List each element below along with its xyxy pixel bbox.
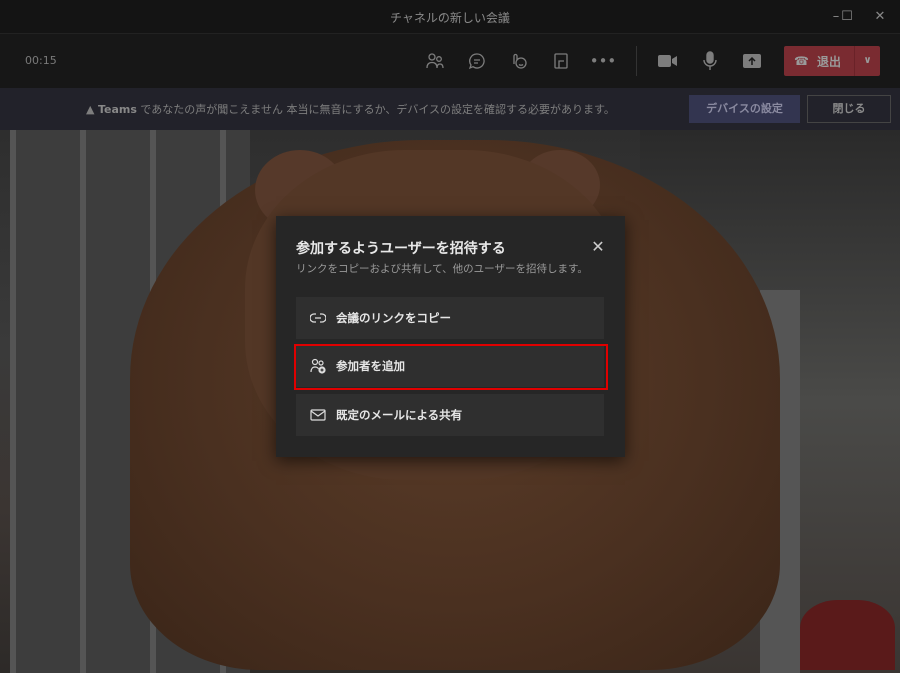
participants-icon[interactable] bbox=[423, 49, 447, 73]
link-icon bbox=[310, 313, 326, 323]
dialog-title: 参加するようユーザーを招待する bbox=[296, 241, 506, 257]
banner-close-button[interactable]: 閉じる bbox=[807, 95, 891, 123]
reactions-icon[interactable] bbox=[507, 49, 531, 73]
title-bar: チャネルの新しい会議 – ☐ ✕ bbox=[0, 0, 900, 34]
device-settings-button[interactable]: デバイスの設定 bbox=[689, 95, 800, 123]
window-title: チャネルの新しい会議 bbox=[390, 11, 510, 25]
leave-label: 退出 bbox=[816, 54, 841, 69]
close-window-button[interactable]: ✕ bbox=[868, 6, 892, 28]
camera-icon[interactable] bbox=[656, 49, 680, 73]
banner-app-name: Teams bbox=[97, 103, 137, 116]
chevron-down-icon[interactable]: ∨ bbox=[854, 46, 880, 76]
chat-icon[interactable] bbox=[465, 49, 489, 73]
invite-dialog: 参加するようユーザーを招待する リンクをコピーおよび共有して、他のユーザーを招待… bbox=[276, 216, 625, 457]
warning-icon: ▲ bbox=[86, 103, 95, 116]
share-email-button[interactable]: 既定のメールによる共有 bbox=[296, 394, 604, 436]
meeting-toolbar: 00:15 ••• ☎ 退出 ∨ bbox=[0, 34, 900, 88]
dialog-subtitle: リンクをコピーおよび共有して、他のユーザーを招待します。 bbox=[296, 263, 588, 275]
mail-icon bbox=[310, 409, 326, 421]
mic-warning-banner: ▲ Teams であなたの声が聞こえません 本当に無音にするか、デバイスの設定を… bbox=[0, 88, 900, 130]
banner-message: ▲ Teams であなたの声が聞こえません 本当に無音にするか、デバイスの設定を… bbox=[86, 101, 615, 117]
dialog-close-button[interactable]: ✕ bbox=[589, 238, 607, 256]
more-options-icon[interactable]: ••• bbox=[590, 49, 617, 73]
copy-link-button[interactable]: 会議のリンクをコピー bbox=[296, 297, 604, 339]
meeting-timer: 00:15 bbox=[25, 54, 57, 67]
option-label: 既定のメールによる共有 bbox=[336, 408, 463, 422]
banner-text: であなたの声が聞こえません 本当に無音にするか、デバイスの設定を確認する必要があ… bbox=[136, 103, 615, 116]
share-screen-icon[interactable] bbox=[740, 49, 764, 73]
leave-button[interactable]: ☎ 退出 ∨ bbox=[784, 46, 880, 76]
toolbar-divider bbox=[636, 46, 637, 76]
phone-hangup-icon: ☎ bbox=[794, 54, 809, 68]
highlight-box bbox=[294, 344, 608, 390]
rooms-icon[interactable] bbox=[549, 49, 573, 73]
red-chair bbox=[800, 600, 895, 670]
microphone-icon[interactable] bbox=[698, 49, 722, 73]
option-label: 会議のリンクをコピー bbox=[336, 311, 451, 325]
maximize-button[interactable]: ☐ bbox=[835, 6, 859, 28]
